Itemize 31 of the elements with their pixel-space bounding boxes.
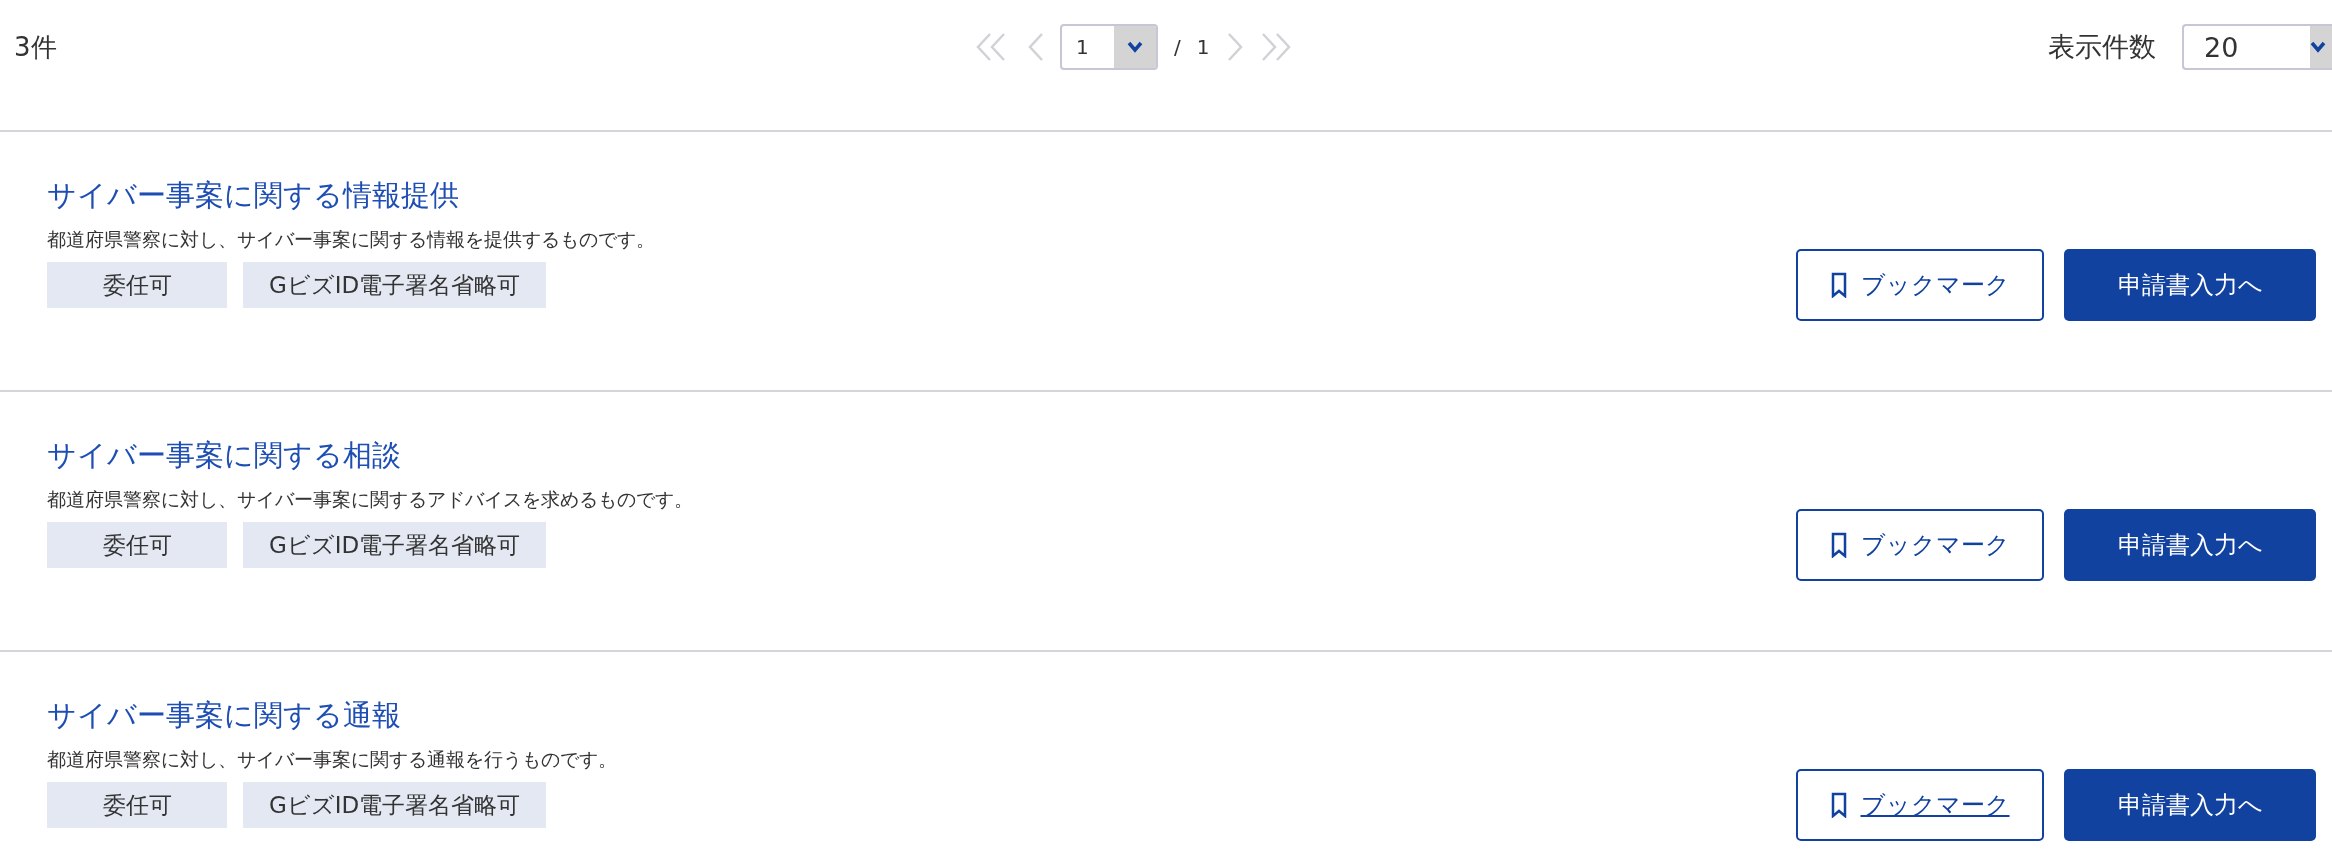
tag-label: 委任可 [47,262,227,308]
procedure-description: 都道府県警察に対し、サイバー事案に関する情報を提供するものです。 [47,227,656,252]
caret-icon [2310,41,2326,53]
page-select[interactable]: 1 [1060,24,1158,70]
next-page-icon[interactable] [1225,32,1244,62]
procedure-title-link[interactable]: サイバー事案に関する相談 [47,436,1796,474]
apply-form-button[interactable]: 申請書入力へ [2064,509,2316,581]
tag-label: 委任可 [47,522,227,568]
per-page-select[interactable]: 20 [2182,24,2332,70]
tag-label: GビズID電子署名省略可 [243,522,547,568]
bookmark-button[interactable]: ブックマーク [1796,249,2044,321]
previous-page-icon[interactable] [1026,32,1044,62]
apply-form-button[interactable]: 申請書入力へ [2064,249,2316,321]
apply-form-button[interactable]: 申請書入力へ [2064,769,2316,841]
bookmark-icon [1830,532,1847,558]
page-total: 1 [1196,35,1210,59]
result-count: 3件 [14,31,58,64]
procedure-description: 都道府県警察に対し、サイバー事案に関する通報を行うものです。 [47,747,618,772]
bookmark-icon [1830,272,1847,298]
tag-label: 委任可 [47,782,227,828]
bookmark-button[interactable]: ブックマーク [1796,769,2044,841]
caret-icon [1127,41,1143,53]
tag-label: GビズID電子署名省略可 [243,262,547,308]
procedure-title-link[interactable]: サイバー事案に関する通報 [47,696,1796,734]
bookmark-icon [1830,792,1847,818]
tag-label: GビズID電子署名省略可 [243,782,547,828]
procedure-description: 都道府県警察に対し、サイバー事案に関するアドバイスを求めるものです。 [47,487,694,512]
procedure-title-link[interactable]: サイバー事案に関する情報提供 [47,176,1796,214]
bookmark-button[interactable]: ブックマーク [1796,509,2044,581]
page-separator: / [1174,35,1181,59]
per-page-label: 表示件数 [2048,30,2156,64]
